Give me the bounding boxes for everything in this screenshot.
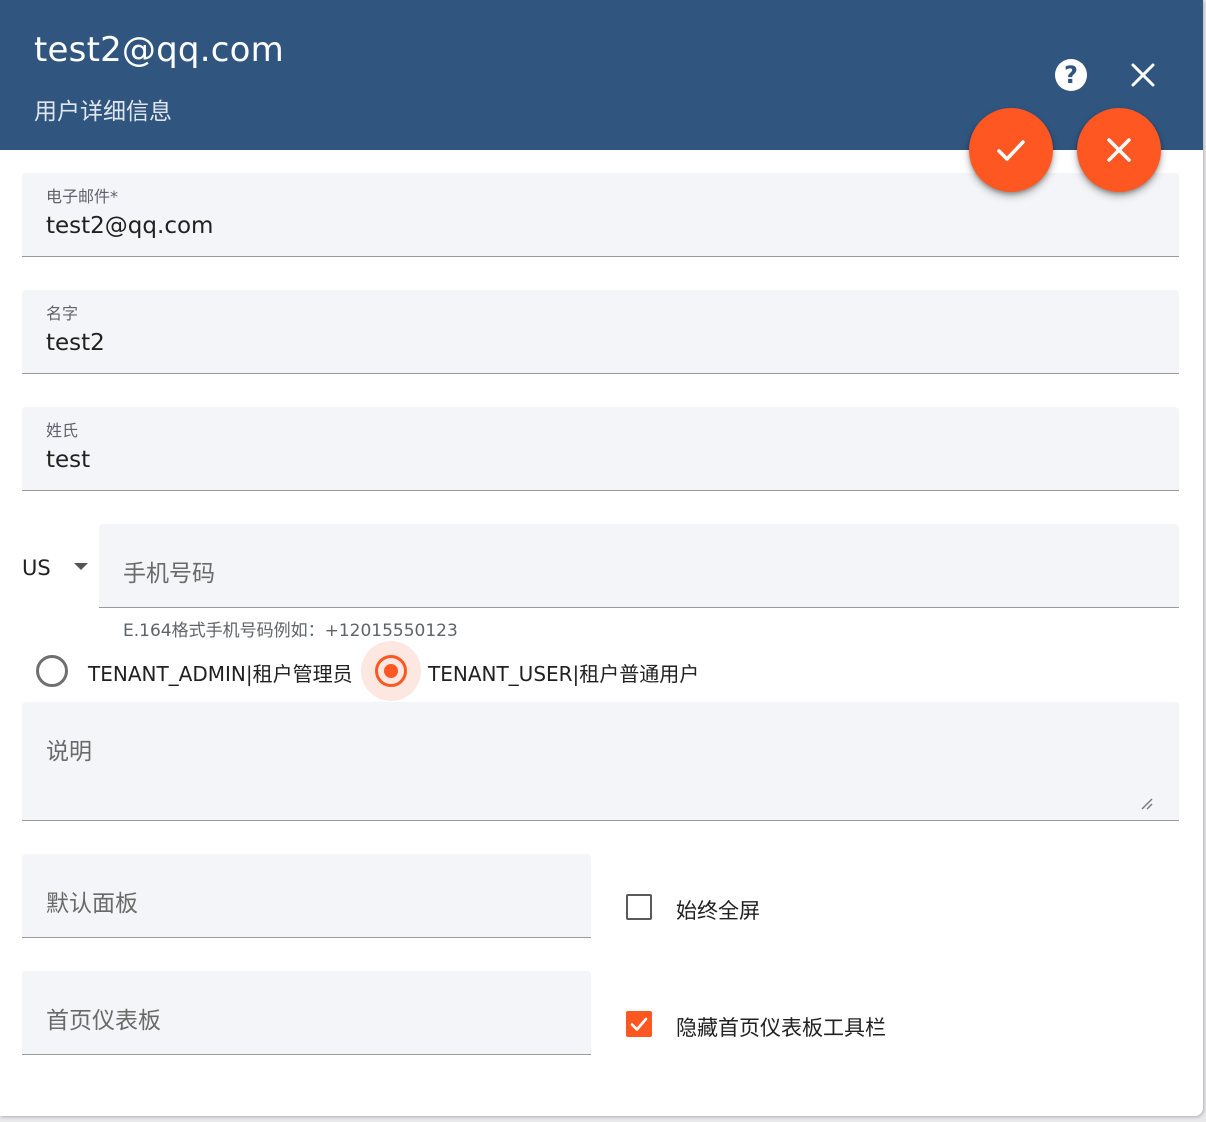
save-button[interactable] bbox=[969, 108, 1053, 192]
close-icon bbox=[1107, 138, 1131, 162]
last-name-label: 姓氏 bbox=[46, 421, 79, 440]
user-details-dialog: test2@qq.com 用户详细信息 ? 电子邮件* test2@qq.com… bbox=[0, 0, 1203, 1116]
first-name-field[interactable]: 名字 test2 bbox=[22, 290, 1179, 374]
role-label-admin: TENANT_ADMIN|租户管理员 bbox=[88, 662, 353, 686]
check-icon bbox=[630, 1017, 648, 1031]
last-name-field[interactable]: 姓氏 test bbox=[22, 407, 1179, 491]
help-icon[interactable]: ? bbox=[1055, 59, 1087, 91]
default-dashboard-select[interactable]: 默认面板 bbox=[22, 854, 591, 938]
check-icon bbox=[997, 140, 1025, 161]
close-icon[interactable] bbox=[1126, 58, 1160, 92]
close-x-icon bbox=[1131, 63, 1155, 87]
hide-toolbar-checkbox[interactable] bbox=[626, 1011, 652, 1037]
role-radio-user[interactable] bbox=[375, 655, 407, 687]
dialog-subtitle: 用户详细信息 bbox=[34, 99, 172, 125]
cancel-button[interactable] bbox=[1077, 108, 1161, 192]
home-dashboard-select[interactable]: 首页仪表板 bbox=[22, 971, 591, 1055]
first-name-value[interactable]: test2 bbox=[46, 330, 105, 356]
email-value[interactable]: test2@qq.com bbox=[46, 213, 213, 239]
chevron-down-icon[interactable] bbox=[74, 563, 88, 570]
description-textarea[interactable]: 说明 bbox=[22, 702, 1179, 821]
always-fullscreen-checkbox[interactable] bbox=[626, 894, 652, 920]
phone-placeholder: 手机号码 bbox=[123, 561, 215, 587]
email-label: 电子邮件* bbox=[46, 187, 119, 206]
default-dashboard-placeholder: 默认面板 bbox=[46, 891, 138, 917]
always-fullscreen-label: 始终全屏 bbox=[676, 899, 760, 923]
hide-toolbar-label: 隐藏首页仪表板工具栏 bbox=[676, 1016, 886, 1040]
role-radio-admin[interactable] bbox=[36, 655, 68, 687]
phone-hint: E.164格式手机号码例如：+12015550123 bbox=[123, 621, 458, 641]
home-dashboard-placeholder: 首页仪表板 bbox=[46, 1008, 161, 1034]
dialog-title: test2@qq.com bbox=[34, 30, 284, 70]
description-placeholder: 说明 bbox=[46, 739, 92, 765]
resize-handle-icon[interactable] bbox=[1139, 796, 1153, 810]
role-label-user: TENANT_USER|租户普通用户 bbox=[428, 662, 700, 686]
last-name-value[interactable]: test bbox=[46, 447, 90, 473]
country-code-select[interactable]: US bbox=[22, 556, 51, 580]
phone-input[interactable]: 手机号码 bbox=[99, 524, 1179, 608]
radio-selected-dot bbox=[384, 664, 398, 678]
first-name-label: 名字 bbox=[46, 304, 79, 323]
